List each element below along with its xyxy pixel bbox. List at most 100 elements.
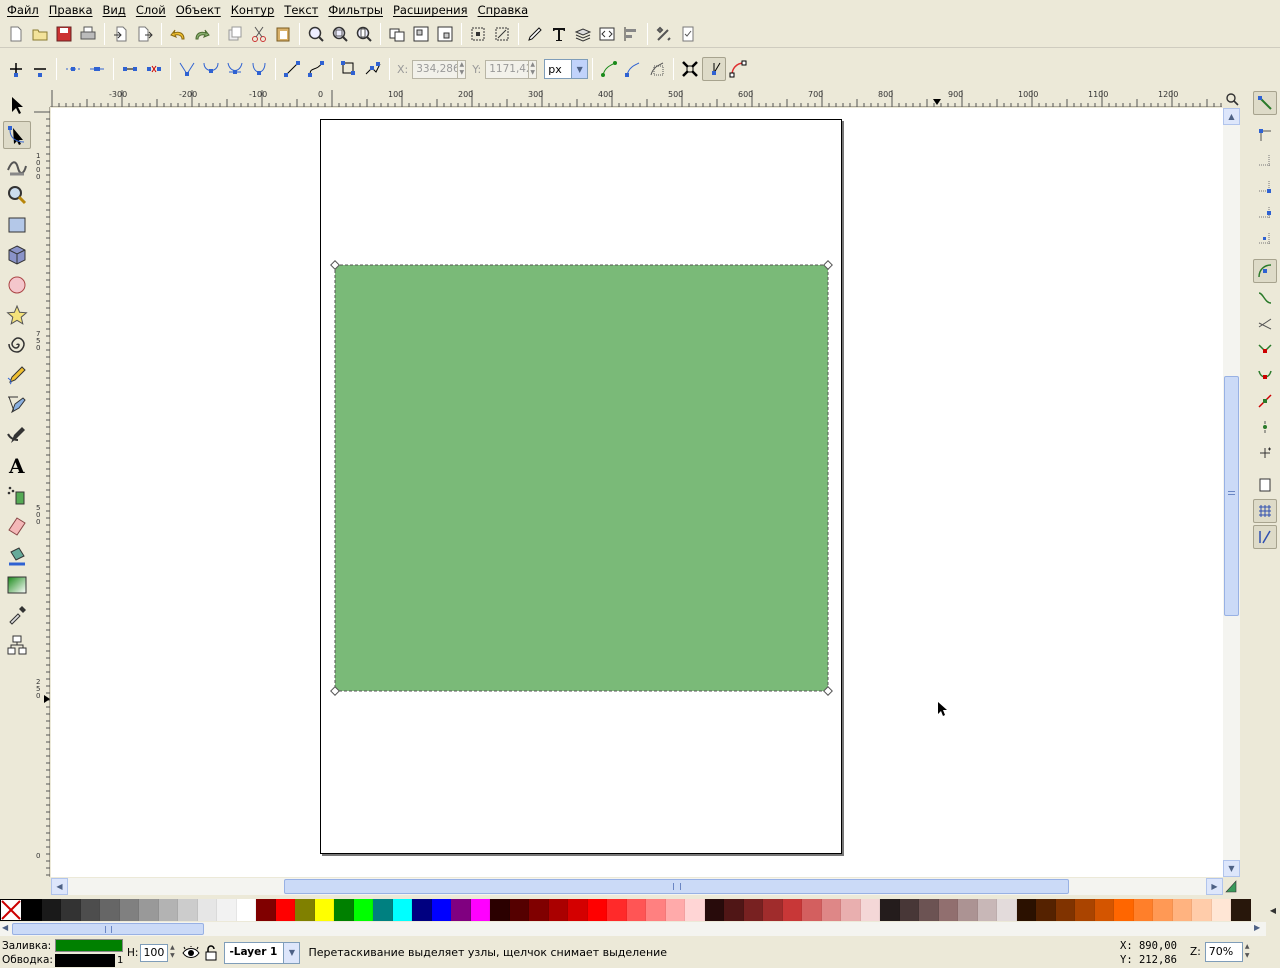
color-swatch[interactable] bbox=[665, 899, 685, 921]
scroll-right-button[interactable]: ▶ bbox=[1206, 878, 1223, 895]
star-tool[interactable] bbox=[3, 301, 31, 329]
color-swatch[interactable] bbox=[61, 899, 81, 921]
import-button[interactable] bbox=[109, 22, 133, 46]
text-tool[interactable]: A bbox=[3, 451, 31, 479]
eraser-tool[interactable] bbox=[3, 511, 31, 539]
color-swatch[interactable] bbox=[821, 899, 841, 921]
insert-node-button[interactable] bbox=[4, 57, 28, 81]
xml-editor-button[interactable] bbox=[595, 22, 619, 46]
menu-help[interactable]: Справка bbox=[473, 3, 534, 17]
zoom-spinner[interactable]: ▲ ▼ bbox=[1243, 942, 1252, 962]
fill-stroke-button[interactable] bbox=[523, 22, 547, 46]
layers-button[interactable] bbox=[571, 22, 595, 46]
color-swatch[interactable] bbox=[880, 899, 900, 921]
color-swatch[interactable] bbox=[626, 899, 646, 921]
x-spinner[interactable]: ▲ ▼ bbox=[458, 59, 467, 79]
color-swatch[interactable] bbox=[743, 899, 763, 921]
color-swatch[interactable] bbox=[802, 899, 822, 921]
no-paint-swatch[interactable] bbox=[0, 899, 22, 921]
color-swatch[interactable] bbox=[431, 899, 451, 921]
show-path-outline-button[interactable] bbox=[726, 57, 750, 81]
selector-tool[interactable] bbox=[3, 91, 31, 119]
snap-intersections-icon[interactable] bbox=[1253, 311, 1277, 335]
paste-button[interactable] bbox=[271, 22, 295, 46]
mask-edit-button[interactable] bbox=[645, 57, 669, 81]
color-swatch[interactable] bbox=[353, 899, 373, 921]
preferences-button[interactable] bbox=[652, 22, 676, 46]
new-document-button[interactable] bbox=[4, 22, 28, 46]
color-swatch[interactable] bbox=[704, 899, 724, 921]
snap-object-center-icon[interactable] bbox=[1253, 415, 1277, 439]
color-swatch[interactable] bbox=[412, 899, 432, 921]
snap-nodes-icon[interactable] bbox=[1253, 259, 1277, 283]
menu-view[interactable]: Вид bbox=[98, 3, 131, 17]
dropper-tool[interactable] bbox=[3, 601, 31, 629]
snap-paths-icon[interactable] bbox=[1253, 285, 1277, 309]
snap-guides-icon[interactable] bbox=[1253, 525, 1277, 549]
color-swatch[interactable] bbox=[197, 899, 217, 921]
delete-node-button[interactable] bbox=[28, 57, 52, 81]
color-swatch[interactable] bbox=[451, 899, 471, 921]
print-button[interactable] bbox=[76, 22, 100, 46]
ellipse-tool[interactable] bbox=[3, 271, 31, 299]
color-swatch[interactable] bbox=[997, 899, 1017, 921]
color-swatch[interactable] bbox=[1153, 899, 1173, 921]
color-swatch[interactable] bbox=[158, 899, 178, 921]
color-swatch[interactable] bbox=[217, 899, 237, 921]
color-swatch[interactable] bbox=[275, 899, 295, 921]
break-path-button[interactable] bbox=[85, 57, 109, 81]
export-button[interactable] bbox=[133, 22, 157, 46]
color-swatch[interactable] bbox=[763, 899, 783, 921]
menu-layer[interactable]: Слой bbox=[131, 3, 171, 17]
snap-cusp-nodes-icon[interactable] bbox=[1253, 337, 1277, 361]
color-swatch[interactable] bbox=[470, 899, 490, 921]
pen-tool[interactable] bbox=[3, 391, 31, 419]
delete-segment-button[interactable] bbox=[142, 57, 166, 81]
color-swatch[interactable] bbox=[373, 899, 393, 921]
color-swatch[interactable] bbox=[236, 899, 256, 921]
next-path-effect-param-button[interactable] bbox=[597, 57, 621, 81]
color-swatch[interactable] bbox=[100, 899, 120, 921]
document-properties-button[interactable] bbox=[676, 22, 700, 46]
segment-line-button[interactable] bbox=[280, 57, 304, 81]
redo-button[interactable] bbox=[190, 22, 214, 46]
zoom-selection-button[interactable] bbox=[304, 22, 328, 46]
color-management-icon[interactable] bbox=[1223, 878, 1240, 895]
color-swatch[interactable] bbox=[958, 899, 978, 921]
object-to-path-node-button[interactable] bbox=[337, 57, 361, 81]
horizontal-scrollbar[interactable]: ◀ ▶ bbox=[51, 878, 1223, 895]
snap-smooth-nodes-icon[interactable] bbox=[1253, 363, 1277, 387]
show-handles-button[interactable] bbox=[702, 57, 727, 81]
smooth-node-button[interactable] bbox=[199, 57, 223, 81]
gradient-tool[interactable] bbox=[3, 571, 31, 599]
color-swatch[interactable] bbox=[1211, 899, 1231, 921]
scroll-down-button[interactable]: ▼ bbox=[1223, 860, 1240, 877]
color-swatch[interactable] bbox=[529, 899, 549, 921]
color-swatch[interactable] bbox=[568, 899, 588, 921]
symmetric-node-button[interactable] bbox=[223, 57, 247, 81]
color-swatch[interactable] bbox=[1094, 899, 1114, 921]
stroke-to-path-node-button[interactable] bbox=[361, 57, 385, 81]
menu-text[interactable]: Текст bbox=[279, 3, 323, 17]
palette-scroll-right-icon[interactable]: ▶ bbox=[1254, 923, 1260, 932]
zoom-input[interactable]: 70% bbox=[1204, 942, 1243, 962]
pencil-tool[interactable] bbox=[3, 361, 31, 389]
color-swatch[interactable] bbox=[646, 899, 666, 921]
align-distribute-button[interactable] bbox=[619, 22, 643, 46]
duplicate-button[interactable] bbox=[223, 22, 247, 46]
snap-rotation-center-icon[interactable] bbox=[1253, 441, 1277, 465]
cut-button[interactable] bbox=[247, 22, 271, 46]
color-swatch[interactable] bbox=[1114, 899, 1134, 921]
color-swatch[interactable] bbox=[1075, 899, 1095, 921]
object-to-path-button[interactable] bbox=[466, 22, 490, 46]
undo-button[interactable] bbox=[166, 22, 190, 46]
color-swatch[interactable] bbox=[977, 899, 997, 921]
y-spinner[interactable]: ▲ ▼ bbox=[529, 59, 538, 79]
vertical-scrollbar[interactable]: ▲ ▼ bbox=[1223, 108, 1240, 877]
rectangle-tool[interactable] bbox=[3, 211, 31, 239]
open-button[interactable] bbox=[28, 22, 52, 46]
palette-scroll-thumb[interactable] bbox=[12, 923, 204, 935]
layer-select[interactable]: -Layer 1 ▼ bbox=[224, 941, 301, 964]
color-swatch[interactable] bbox=[509, 899, 529, 921]
raise-button[interactable] bbox=[433, 22, 457, 46]
